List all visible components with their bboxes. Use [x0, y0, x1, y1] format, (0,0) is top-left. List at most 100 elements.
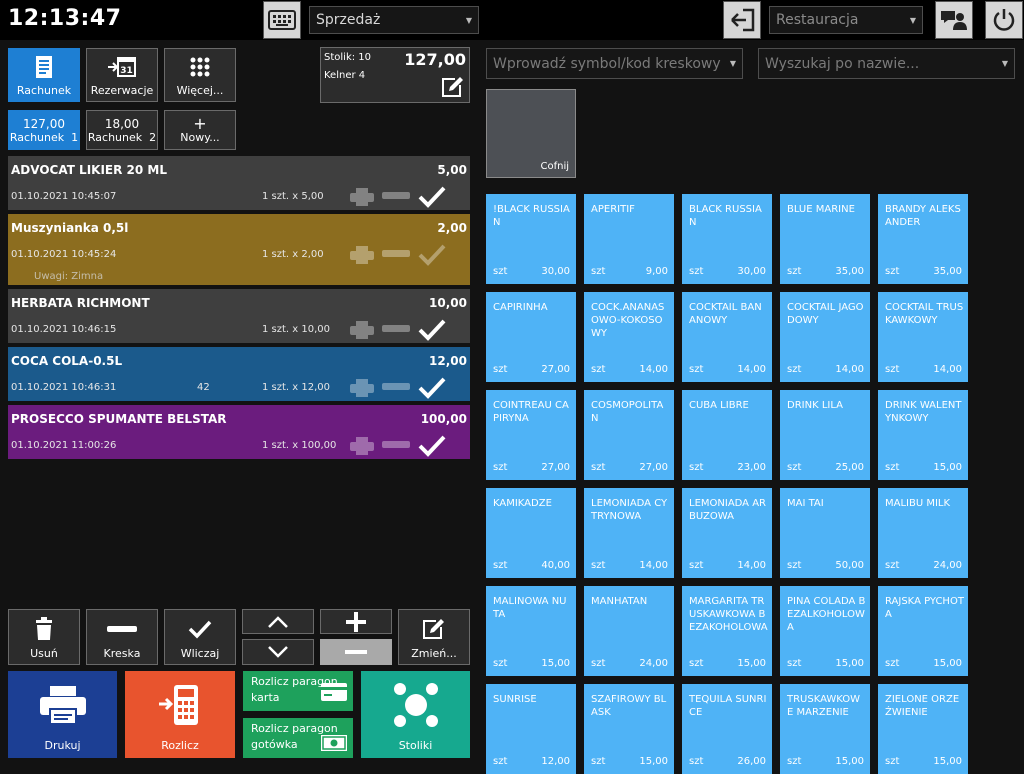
product-price: 27,00 — [541, 462, 570, 473]
product-tile[interactable]: TEQUILA SUNRICE szt 26,00 — [682, 684, 772, 774]
product-tile[interactable]: MAI TAI szt 50,00 — [780, 488, 870, 578]
settle-receipt-cash-button[interactable]: Rozlicz paragon gotówka — [243, 718, 353, 758]
product-price: 15,00 — [737, 658, 766, 669]
product-tile[interactable]: CAPIRINHA szt 27,00 — [486, 292, 576, 382]
receipt-icon — [36, 55, 52, 78]
tables-button[interactable]: Stoliki — [361, 671, 470, 758]
product-tile[interactable]: COCKTAIL JAGODOWY szt 14,00 — [780, 292, 870, 382]
location-dropdown-value: Restauracja — [776, 12, 859, 28]
top-bar: 12:13:47 Sprzedaż ▼ Restauracja ▼ — [0, 0, 1024, 40]
increase-qty-button[interactable] — [320, 609, 392, 634]
product-unit: szt — [493, 756, 508, 767]
product-tile[interactable]: COSMOPOLITAN szt 27,00 — [584, 390, 674, 480]
settle-receipt-card-button[interactable]: Rozlicz paragon karta — [243, 671, 353, 711]
product-tile[interactable]: LEMONIADA ARBUZOWA szt 14,00 — [682, 488, 772, 578]
product-tile[interactable]: BLACK RUSSIAN szt 30,00 — [682, 194, 772, 284]
product-tile[interactable]: COCKTAIL TRUSKAWKOWY szt 14,00 — [878, 292, 968, 382]
product-unit: szt — [885, 364, 900, 375]
product-tile[interactable]: PINA COLADA BEZALKOHOLOWA szt 15,00 — [780, 586, 870, 676]
location-dropdown[interactable]: Restauracja ▼ — [769, 6, 923, 34]
bill-tab-1[interactable]: 127,00 Rachunek 1 — [8, 110, 80, 150]
back-button[interactable]: Cofnij — [486, 89, 576, 178]
product-tile[interactable]: SZAFIROWY BLASK szt 15,00 — [584, 684, 674, 774]
product-tile[interactable]: BRANDY ALEKSANDER szt 35,00 — [878, 194, 968, 284]
product-name: COCKTAIL JAGODOWY — [787, 302, 864, 326]
product-price: 15,00 — [541, 658, 570, 669]
product-unit: szt — [493, 658, 508, 669]
order-item-datetime: 01.10.2021 10:45:07 — [11, 191, 117, 202]
product-tile[interactable]: DRINK WALENTYNKOWY szt 15,00 — [878, 390, 968, 480]
product-tile[interactable]: SUNRISE szt 12,00 — [486, 684, 576, 774]
product-price: 14,00 — [737, 364, 766, 375]
product-price: 15,00 — [835, 658, 864, 669]
include-button[interactable]: Wliczaj — [164, 609, 236, 665]
product-tile[interactable]: RAJSKA PYCHOTA szt 15,00 — [878, 586, 968, 676]
product-tile[interactable]: DRINK LILA szt 25,00 — [780, 390, 870, 480]
change-button[interactable]: Zmień... — [398, 609, 470, 665]
order-row[interactable]: Muszynianka 0,5l 2,00 01.10.2021 10:45:24 1… — [8, 214, 470, 285]
bill-tab-2[interactable]: 18,00 Rachunek 2 — [86, 110, 158, 150]
product-tile[interactable]: MANHATAN szt 24,00 — [584, 586, 674, 676]
product-price: 30,00 — [541, 266, 570, 277]
decrease-qty-button[interactable] — [320, 639, 392, 665]
product-tile[interactable]: APERITIF szt 9,00 — [584, 194, 674, 284]
product-tile[interactable]: COINTREAU CAPIRYNA szt 27,00 — [486, 390, 576, 480]
product-tile[interactable]: MALINOWA NUTA szt 15,00 — [486, 586, 576, 676]
include-button-label: Wliczaj — [180, 647, 220, 660]
reservations-button[interactable]: 31 Rezerwacje — [86, 48, 158, 102]
printer-icon — [350, 437, 374, 455]
product-price: 26,00 — [737, 756, 766, 767]
order-row[interactable]: ADVOCAT LIKIER 20 ML 5,00 01.10.2021 10:45… — [8, 156, 470, 210]
product-tile[interactable]: LEMONIADA CYTRYNOWA szt 14,00 — [584, 488, 674, 578]
product-name: MAI TAI — [787, 498, 824, 509]
settle-button[interactable]: Rozlicz — [125, 671, 235, 758]
product-name: TRUSKAWKOWE MARZENIE — [787, 694, 861, 718]
product-tile[interactable]: COCKTAIL BANANOWY szt 14,00 — [682, 292, 772, 382]
product-unit: szt — [689, 462, 704, 473]
product-name: DRINK WALENTYNKOWY — [885, 400, 962, 424]
order-item-datetime: 01.10.2021 10:46:15 — [11, 324, 117, 335]
product-tile[interactable]: MARGARITA TRUSKAWKOWA BEZAKOHOLOWA szt 15,… — [682, 586, 772, 676]
table-total: 127,00 — [404, 50, 466, 69]
line-button-label: Kreska — [103, 647, 141, 660]
keyboard-button[interactable] — [263, 1, 301, 39]
move-down-button[interactable] — [242, 639, 314, 665]
product-unit: szt — [885, 462, 900, 473]
delete-button[interactable]: Usuń — [8, 609, 80, 665]
order-item-price: 100,00 — [420, 412, 467, 426]
move-up-button[interactable] — [242, 609, 314, 634]
product-tile[interactable]: !BLACK RUSSIAN szt 30,00 — [486, 194, 576, 284]
product-tile[interactable]: MALIBU MILK szt 24,00 — [878, 488, 968, 578]
product-price: 14,00 — [639, 364, 668, 375]
bill-button[interactable]: Rachunek — [8, 48, 80, 102]
user-switch-button[interactable] — [935, 1, 973, 39]
more-button[interactable]: Więcej... — [164, 48, 236, 102]
product-tile[interactable]: ZIELONE ORZEŹWIENIE szt 15,00 — [878, 684, 968, 774]
plus-icon: + — [193, 113, 207, 133]
order-row[interactable]: COCA COLA-0.5L 12,00 01.10.2021 10:46:31 42… — [8, 347, 470, 401]
svg-text:31: 31 — [120, 66, 133, 76]
order-item-name: COCA COLA-0.5L — [11, 354, 123, 368]
power-button[interactable] — [985, 1, 1023, 39]
logout-button[interactable] — [723, 1, 761, 39]
order-row[interactable]: PROSECCO SPUMANTE BELSTAR 100,00 01.10.202… — [8, 405, 470, 459]
product-price: 15,00 — [933, 462, 962, 473]
table-info-panel[interactable]: Stolik: 10 Kelner 4 127,00 — [320, 47, 470, 103]
order-row[interactable]: HERBATA RICHMONT 10,00 01.10.2021 10:46:15… — [8, 289, 470, 343]
mode-dropdown[interactable]: Sprzedaż ▼ — [309, 6, 479, 34]
product-price: 50,00 — [835, 560, 864, 571]
line-button[interactable]: Kreska — [86, 609, 158, 665]
product-tile[interactable]: TRUSKAWKOWE MARZENIE szt 15,00 — [780, 684, 870, 774]
product-tile[interactable]: BLUE MARINE szt 35,00 — [780, 194, 870, 284]
name-search-input[interactable]: Wyszukaj po nazwie... ▼ — [758, 48, 1015, 79]
product-tile[interactable]: CUBA LIBRE szt 23,00 — [682, 390, 772, 480]
product-tile[interactable]: KAMIKADZE szt 40,00 — [486, 488, 576, 578]
print-button[interactable]: Drukuj — [8, 671, 117, 758]
barcode-input[interactable]: Wprowadź symbol/kod kreskowy ▼ — [486, 48, 743, 79]
name-search-placeholder: Wyszukaj po nazwie... — [765, 55, 920, 72]
order-item-quantity: 1 szt. x 10,00 — [262, 324, 331, 335]
settle-button-label: Rozlicz — [161, 739, 199, 752]
product-unit: szt — [689, 756, 704, 767]
new-bill-button[interactable]: + Nowy... — [164, 110, 236, 150]
product-tile[interactable]: COCK.ANANASOWO-KOKOSOWY szt 14,00 — [584, 292, 674, 382]
